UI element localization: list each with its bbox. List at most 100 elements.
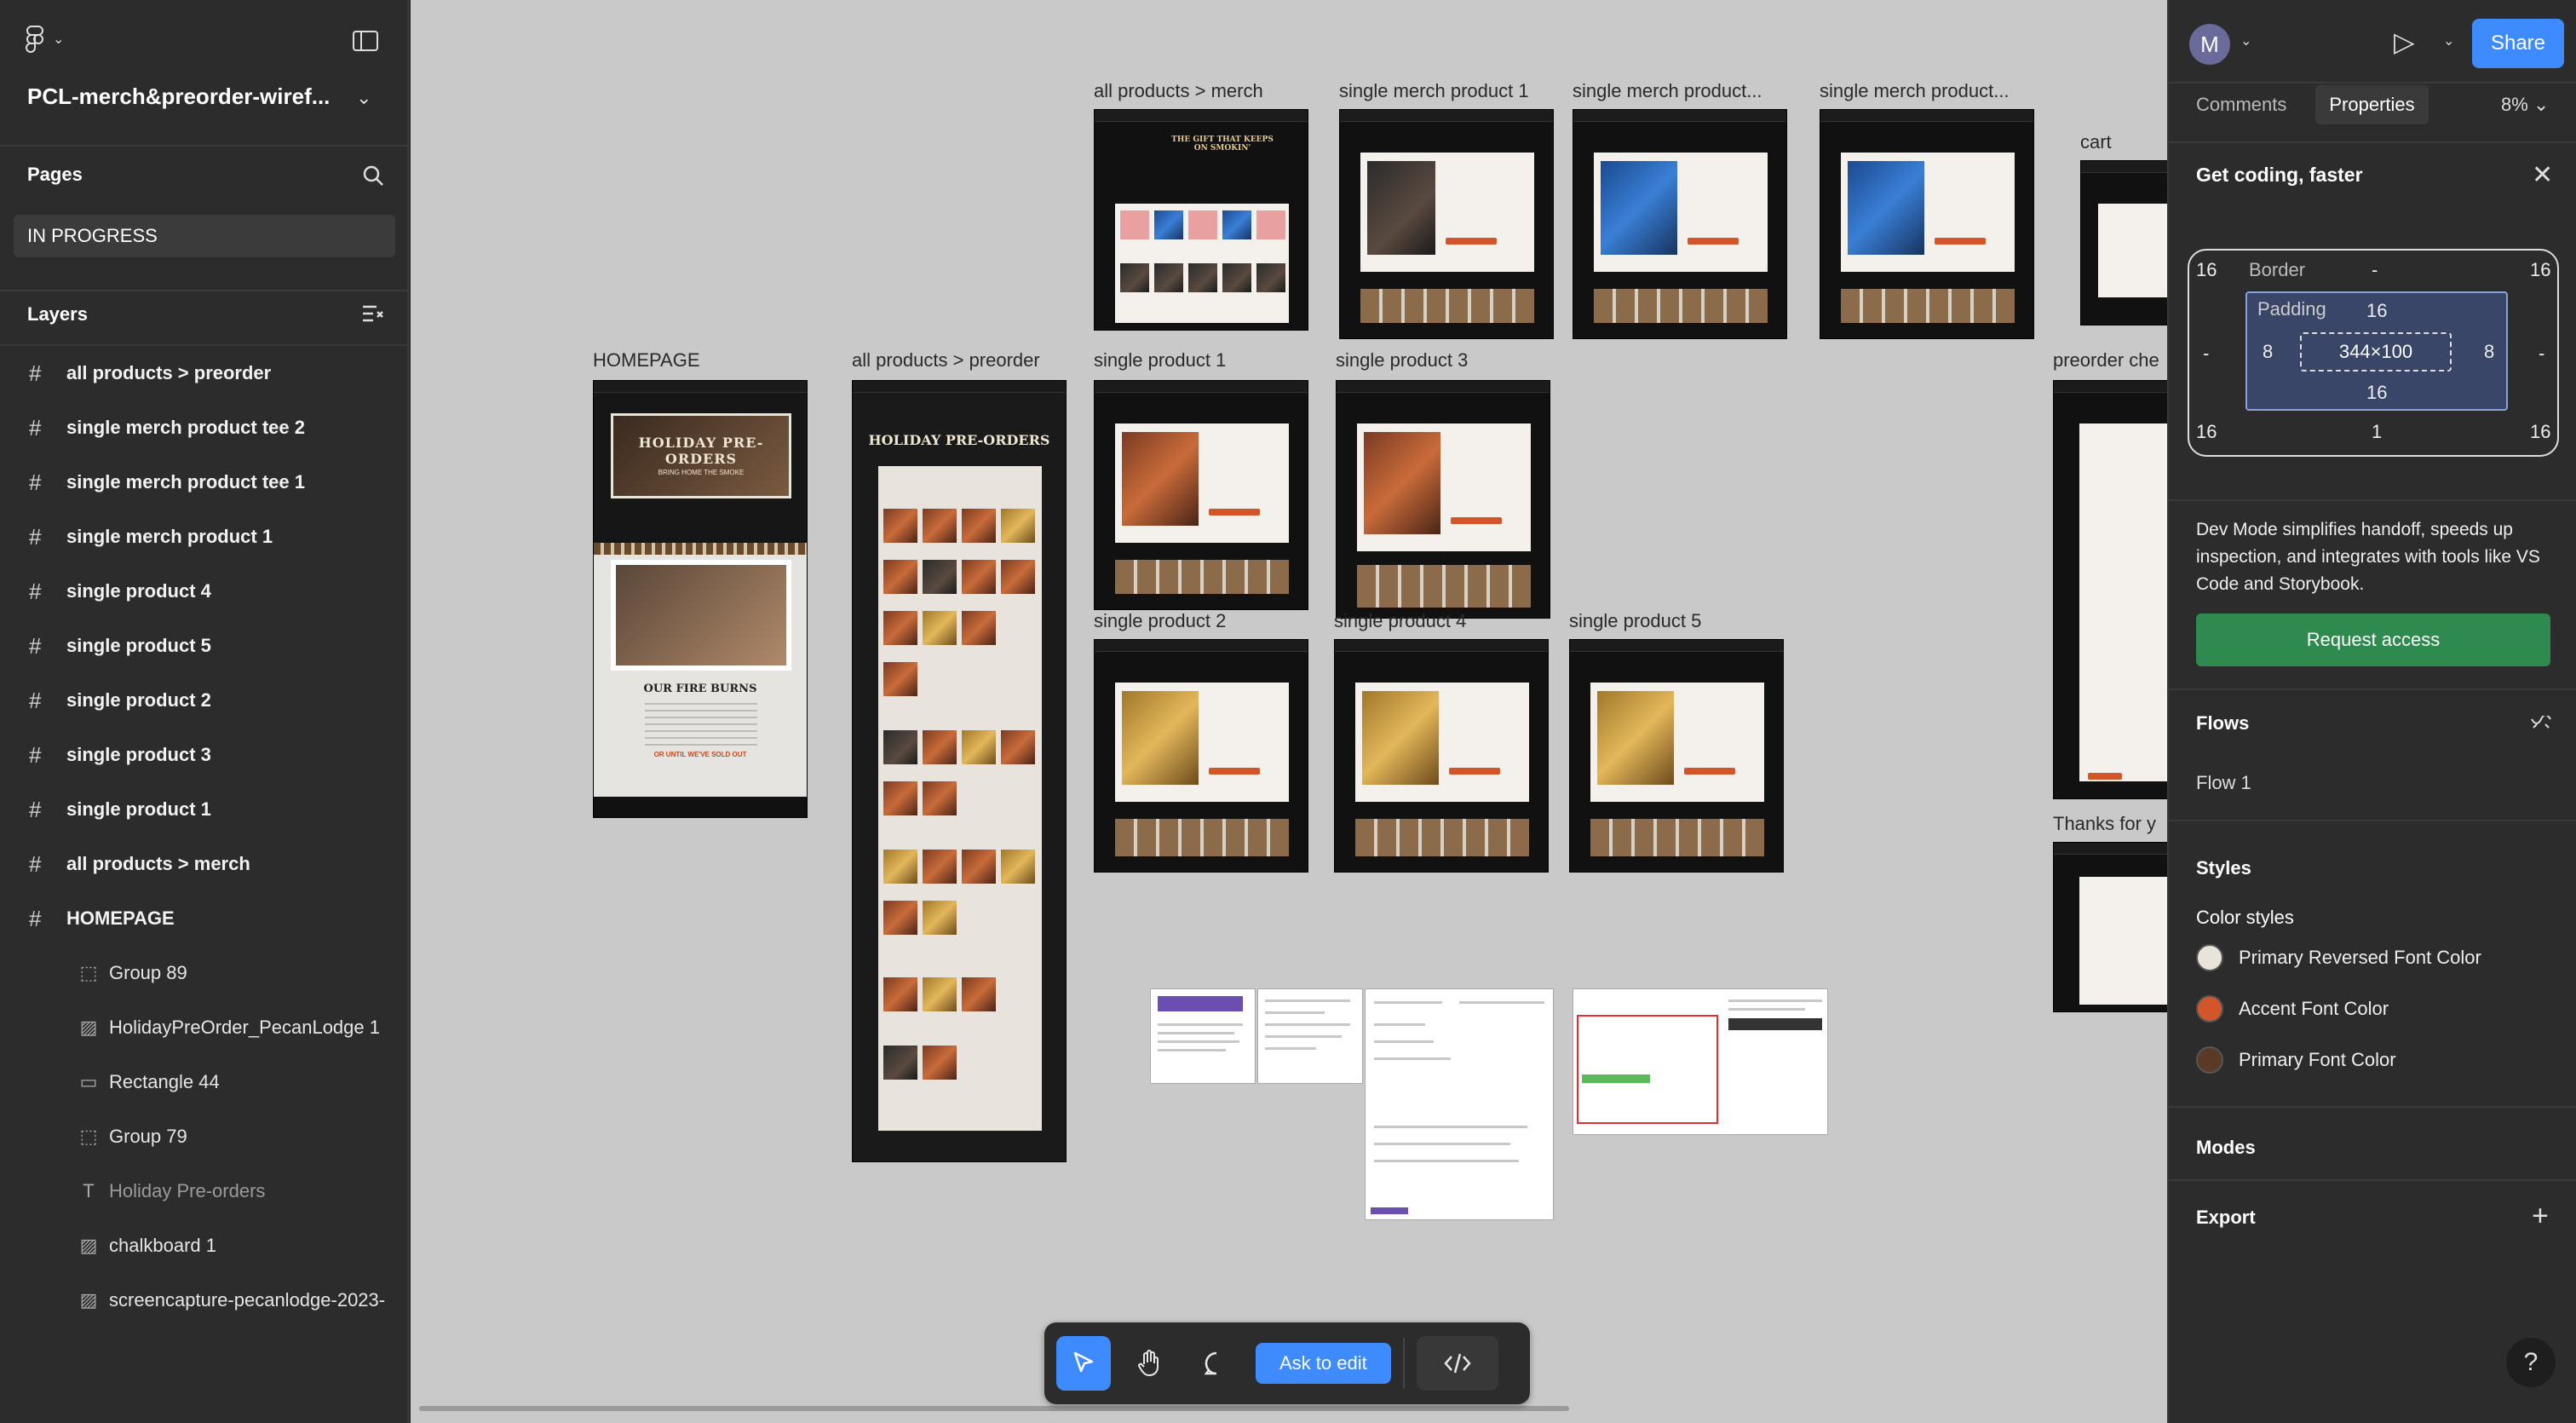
color-style-item[interactable]: Accent Font Color — [2196, 995, 2389, 1023]
zoom-level[interactable]: 8% ⌄ — [2501, 94, 2549, 116]
frame-thanks[interactable] — [2053, 842, 2167, 1012]
screenshot-thumbnail[interactable] — [1573, 988, 1828, 1135]
frame-label[interactable]: single merch product 1 — [1339, 80, 1529, 102]
frame-single-merch-product-1[interactable] — [1339, 109, 1554, 339]
product-grid — [878, 466, 1042, 1131]
divider — [2169, 1179, 2576, 1181]
layer-group[interactable]: ⬚ Group 89 — [0, 948, 407, 999]
padding-box: Padding 16 8 8 16 344×100 — [2245, 291, 2508, 411]
frame-label[interactable]: preorder che — [2053, 349, 2159, 372]
frame-icon: # — [29, 414, 42, 441]
frame-all-products-preorder[interactable]: HOLIDAY PRE-ORDERS — [852, 380, 1067, 1162]
color-style-item[interactable]: Primary Font Color — [2196, 1046, 2396, 1074]
frame-single-merch-product-tee-2[interactable] — [1820, 109, 2034, 339]
frame-label[interactable]: single product 2 — [1094, 610, 1226, 632]
padding-right-value: 8 — [2484, 341, 2495, 362]
share-button[interactable]: Share — [2472, 19, 2564, 68]
tab-comments[interactable]: Comments — [2182, 85, 2300, 124]
chevron-down-icon[interactable]: ⌄ — [2443, 32, 2454, 49]
request-access-button[interactable]: Request access — [2196, 614, 2550, 666]
frame-all-products-merch[interactable]: THE GIFT THAT KEEPS ON SMOKIN' — [1094, 109, 1308, 331]
frame-preorder-checkout[interactable] — [2053, 380, 2167, 799]
layer-frame[interactable]: # single merch product 1 — [0, 511, 407, 562]
collapse-layers-icon[interactable] — [361, 303, 385, 326]
frame-label[interactable]: HOMEPAGE — [593, 349, 700, 372]
frame-label[interactable]: single merch product... — [1573, 80, 1762, 102]
frame-label[interactable]: single merch product... — [1820, 80, 2010, 102]
layer-frame[interactable]: # single product 2 — [0, 675, 407, 726]
layer-frame[interactable]: # single merch product tee 2 — [0, 402, 407, 453]
avatar[interactable]: M — [2189, 24, 2230, 65]
flow-item[interactable]: Flow 1 — [2196, 772, 2251, 794]
frame-single-product-2[interactable] — [1094, 639, 1308, 873]
comment-tool[interactable] — [1189, 1336, 1244, 1391]
divider — [2169, 499, 2576, 501]
layer-label: all products > preorder — [66, 362, 272, 383]
frame-label[interactable]: all products > merch — [1094, 80, 1263, 102]
site-header — [1570, 640, 1783, 652]
frame-label[interactable]: Thanks for y — [2053, 813, 2156, 835]
add-export-icon[interactable]: + — [2532, 1200, 2549, 1233]
flow-icon[interactable] — [2530, 716, 2552, 733]
layer-frame[interactable]: # all products > preorder — [0, 348, 407, 399]
frame-single-merch-product-tee-1[interactable] — [1573, 109, 1787, 339]
frame-label[interactable]: single product 3 — [1336, 349, 1468, 372]
file-menu-chevron-icon[interactable]: ⌄ — [356, 87, 371, 109]
frame-label[interactable]: single product 4 — [1334, 610, 1466, 632]
corner-bottom-right: 16 — [2530, 421, 2551, 442]
frame-label[interactable]: single product 5 — [1569, 610, 1701, 632]
frame-single-product-4[interactable] — [1334, 639, 1549, 873]
frame-homepage[interactable]: HOLIDAY PRE-ORDERS BRING HOME THE SMOKE … — [593, 380, 808, 818]
layer-group[interactable]: ⬚ Group 79 — [0, 1111, 407, 1162]
present-play-icon[interactable]: ▷ — [2394, 26, 2415, 58]
layer-frame[interactable]: # single product 3 — [0, 729, 407, 781]
text-icon: T — [83, 1180, 95, 1201]
frame-label[interactable]: single product 1 — [1094, 349, 1226, 372]
frame-label[interactable]: all products > preorder — [852, 349, 1040, 372]
search-icon[interactable] — [361, 164, 385, 187]
figma-logo-icon — [26, 26, 43, 53]
layer-frame[interactable]: # single product 1 — [0, 784, 407, 835]
screenshot-thumbnail[interactable] — [1257, 988, 1363, 1084]
close-icon[interactable]: ✕ — [2532, 160, 2553, 190]
frame-single-product-3[interactable] — [1336, 380, 1550, 619]
main-menu-button[interactable]: ⌄ — [26, 26, 64, 53]
color-swatch — [2196, 995, 2223, 1023]
file-name[interactable]: PCL-merch&preorder-wiref... — [27, 84, 330, 110]
dev-mode-toggle[interactable] — [1416, 1336, 1498, 1391]
move-tool[interactable] — [1056, 1336, 1111, 1391]
layer-rectangle[interactable]: ▭ Rectangle 44 — [0, 1057, 407, 1108]
layer-frame[interactable]: # single product 5 — [0, 620, 407, 671]
tab-properties[interactable]: Properties — [2315, 85, 2429, 124]
toggle-sidebar-icon[interactable] — [353, 31, 378, 51]
frame-cart[interactable] — [2080, 160, 2167, 326]
screenshot-thumbnail[interactable] — [1150, 988, 1256, 1084]
corner-bottom-left: 16 — [2196, 421, 2217, 442]
layer-image[interactable]: ▨ screencapture-pecanlodge-2023- — [0, 1275, 407, 1326]
help-button[interactable]: ? — [2506, 1338, 2556, 1387]
layer-frame[interactable]: # HOMEPAGE — [0, 893, 407, 944]
frame-single-product-5[interactable] — [1569, 639, 1784, 873]
layer-frame[interactable]: # all products > merch — [0, 838, 407, 890]
horizontal-scrollbar[interactable] — [419, 1406, 1569, 1411]
product-card — [1357, 423, 1531, 551]
design-canvas[interactable]: HOMEPAGE HOLIDAY PRE-ORDERS BRING HOME T… — [411, 0, 2167, 1423]
divider — [2169, 82, 2576, 84]
site-footer — [594, 797, 807, 817]
page-item-in-progress[interactable]: IN PROGRESS — [14, 215, 395, 257]
layer-frame[interactable]: # single product 4 — [0, 566, 407, 617]
chevron-down-icon[interactable]: ⌄ — [2240, 32, 2251, 49]
layer-text[interactable]: T Holiday Pre-orders — [0, 1166, 407, 1217]
left-sidebar: ⌄ PCL-merch&preorder-wiref... ⌄ Pages IN… — [0, 0, 409, 1423]
hand-tool[interactable] — [1123, 1336, 1177, 1391]
layer-frame[interactable]: # single merch product tee 1 — [0, 457, 407, 508]
layer-image[interactable]: ▨ chalkboard 1 — [0, 1220, 407, 1271]
layer-image[interactable]: ▨ HolidayPreOrder_PecanLodge 1 — [0, 1002, 407, 1053]
site-header — [1095, 381, 1308, 393]
ask-to-edit-button[interactable]: Ask to edit — [1256, 1343, 1391, 1384]
hand-icon — [1138, 1350, 1159, 1377]
frame-label[interactable]: cart — [2080, 131, 2112, 153]
frame-single-product-1[interactable] — [1094, 380, 1308, 610]
screenshot-thumbnail[interactable] — [1365, 988, 1554, 1220]
color-style-item[interactable]: Primary Reversed Font Color — [2196, 944, 2481, 971]
